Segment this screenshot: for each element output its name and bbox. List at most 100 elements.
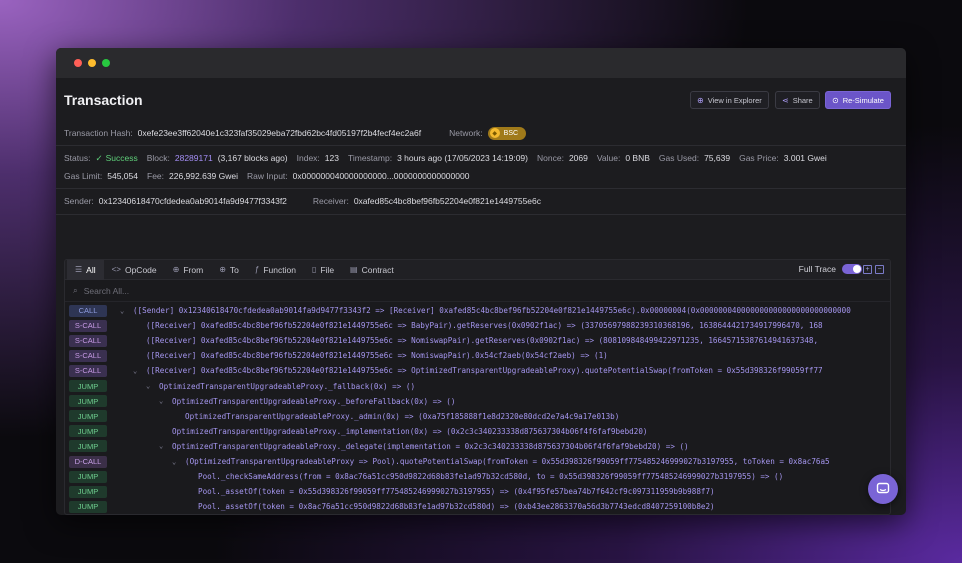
sender-label: Sender: <box>64 196 94 206</box>
gas-limit-value: 545,054 <box>107 171 138 181</box>
code-icon: <> <box>111 265 121 274</box>
trace-row[interactable]: CALL ⌄ ([Sender] 0x12340618470cfdedea0ab90… <box>65 303 890 318</box>
index-value: 123 <box>324 153 339 163</box>
play-circle-icon: ⊙ <box>832 95 839 105</box>
tab-from[interactable]: ⊕ From <box>165 260 212 280</box>
bnb-coin-icon: ◆ <box>489 128 500 138</box>
hash-value[interactable]: 0xefe23ee3ff62040e1c323faf35029eba72fbd6… <box>138 128 421 138</box>
main-content: Transaction ⊕ View in Explorer ⋖ Share ⊙… <box>56 78 906 515</box>
call-type-badge: JUMP <box>69 485 107 498</box>
trace-row[interactable]: JUMP OptimizedTransparentUpgradeableProxy… <box>65 409 890 424</box>
call-type-badge: JUMP <box>69 410 107 423</box>
maximize-window-button[interactable] <box>102 59 110 67</box>
trace-row[interactable]: JUMP ⌄ OptimizedTransparentUpgradeableProx… <box>65 379 890 394</box>
raw-input-label: Raw Input: <box>247 171 288 181</box>
trace-row[interactable]: S-CALL ([Receiver] 0xafed85c4bc8bef96fb52… <box>65 333 890 348</box>
block-link[interactable]: 28289171 <box>175 153 213 163</box>
gas-used-value: 75,639 <box>704 153 731 163</box>
trace-call-text: Pool._checkSameAddress(from = 0x8ac76a51… <box>198 472 784 482</box>
tab-file[interactable]: ▯ File <box>304 260 342 280</box>
call-type-badge: JUMP <box>69 425 107 438</box>
gas-price-value: 3.001 Gwei <box>783 153 827 163</box>
trace-row[interactable]: JUMP ⌄ OptimizedTransparentUpgradeableProx… <box>65 394 890 409</box>
call-type-badge: JUMP <box>69 440 107 453</box>
expand-chevron-icon[interactable]: ⌄ <box>133 367 137 375</box>
trace-row[interactable]: S-CALL ([Receiver] 0xafed85c4bc8bef96fb52… <box>65 348 890 363</box>
call-type-badge: S-CALL <box>69 349 107 362</box>
full-trace-control: Full Trace <box>799 264 862 274</box>
tab-to[interactable]: ⊕ To <box>211 260 247 280</box>
tab-label: To <box>229 264 239 275</box>
file-icon: ▯ <box>311 265 317 274</box>
network-badge: ◆ BSC <box>487 126 527 140</box>
status-value: Success <box>105 153 138 163</box>
title-bar <box>56 48 906 78</box>
hash-label: Transaction Hash: <box>64 128 133 138</box>
app-window: Transaction ⊕ View in Explorer ⋖ Share ⊙… <box>56 48 906 515</box>
view-in-explorer-label: View in Explorer <box>707 95 762 105</box>
trace-call-text: OptimizedTransparentUpgradeableProxy._fa… <box>159 381 416 391</box>
expand-all-icon[interactable]: + <box>863 265 872 274</box>
addresses-row: Sender: 0x12340618470cfdedea0ab9014fa9d9… <box>64 195 898 207</box>
trace-call-text: ([Sender] 0x12340618470cfdedea0ab9014fa9… <box>133 306 851 315</box>
expand-chevron-icon[interactable]: ⌄ <box>120 307 124 315</box>
trace-call-text: (OptimizedTransparentUpgradeableProxy =>… <box>185 457 830 466</box>
trace-row[interactable]: JUMP Pool._assetOf(token = 0x55d398326f99… <box>65 484 890 499</box>
trace-row[interactable]: D-CALL ⌄ (OptimizedTransparentUpgradeableP… <box>65 454 890 469</box>
trace-row[interactable]: JUMP Pool._assetOf(token = 0x8ac76a51cc95… <box>65 499 890 514</box>
trace-row[interactable]: JUMP ⌄ OptimizedTransparentUpgradeableProx… <box>65 439 890 454</box>
search-icon: ⌕ <box>73 285 78 295</box>
tab-label: OpCode <box>124 264 157 275</box>
value-label: Value: <box>596 153 621 163</box>
trace-list: CALL ⌄ ([Sender] 0x12340618470cfdedea0ab90… <box>65 303 890 514</box>
call-type-badge: JUMP <box>69 470 107 483</box>
sender-value[interactable]: 0x12340618470cfdedea0ab9014fa9d9477f3343… <box>99 196 287 206</box>
expand-chevron-icon[interactable]: ⌄ <box>159 442 163 450</box>
close-window-button[interactable] <box>74 59 82 67</box>
tab-label: From <box>183 264 204 275</box>
raw-input-value[interactable]: 0x000000040000000000...0000000000000000 <box>293 171 470 181</box>
share-label: Share <box>792 95 813 105</box>
index-label: Index: <box>296 153 320 163</box>
call-type-badge: S-CALL <box>69 319 107 332</box>
trace-call-text: ([Receiver] 0xafed85c4bc8bef96fb52204e0f… <box>146 366 823 376</box>
trace-row[interactable]: S-CALL ⌄ ([Receiver] 0xafed85c4bc8bef96fb5… <box>65 363 890 378</box>
trace-row[interactable]: JUMP Pool._checkSameAddress(from = 0x8ac7… <box>65 469 890 484</box>
arrow-up-circle-icon: ⊕ <box>172 265 180 274</box>
tab-function[interactable]: ƒ Function <box>247 260 304 280</box>
trace-panel: ☰ All <> OpCode ⊕ From ⊕ To ƒ Function ▯… <box>64 259 891 515</box>
success-check-icon: ✓ <box>95 152 103 163</box>
search-input[interactable]: Search All... <box>84 286 129 296</box>
re-simulate-button[interactable]: ⊙ Re-Simulate <box>825 91 891 109</box>
network-value: BSC <box>503 129 519 137</box>
tab-label: File <box>320 264 335 275</box>
tab-all[interactable]: ☰ All <box>67 260 104 280</box>
chat-button[interactable] <box>868 474 898 504</box>
block-ago: (3,167 blocks ago) <box>217 153 288 163</box>
share-button[interactable]: ⋖ Share <box>775 91 820 109</box>
minimize-window-button[interactable] <box>88 59 96 67</box>
view-in-explorer-button[interactable]: ⊕ View in Explorer <box>690 91 769 109</box>
trace-row[interactable]: S-CALL ([Receiver] 0xafed85c4bc8bef96fb52… <box>65 318 890 333</box>
expand-chevron-icon[interactable]: ⌄ <box>159 397 163 405</box>
trace-call-text: ([Receiver] 0xafed85c4bc8bef96fb52204e0f… <box>146 321 823 331</box>
collapse-all-icon[interactable]: − <box>875 265 884 274</box>
fee-label: Fee: <box>147 171 165 181</box>
expand-chevron-icon[interactable]: ⌄ <box>146 382 150 390</box>
tab-opcode[interactable]: <> OpCode <box>104 260 165 280</box>
tab-contract[interactable]: ▤ Contract <box>342 260 402 280</box>
trace-search: ⌕ Search All... <box>65 280 890 302</box>
full-trace-toggle[interactable] <box>842 264 862 274</box>
hash-row: Transaction Hash: 0xefe23ee3ff62040e1c32… <box>64 126 898 140</box>
value-value: 0 BNB <box>625 153 650 163</box>
timestamp-value: 3 hours ago (17/05/2023 14:19:09) <box>397 153 528 163</box>
trace-row[interactable]: JUMP OptimizedTransparentUpgradeableProxy… <box>65 424 890 439</box>
call-type-badge: JUMP <box>69 380 107 392</box>
re-simulate-label: Re-Simulate <box>842 95 884 105</box>
status-label: Status: <box>64 153 91 163</box>
divider <box>56 188 906 189</box>
expand-chevron-icon[interactable]: ⌄ <box>172 458 176 466</box>
gas-row: Gas Limit: 545,054 Fee: 226,992.639 Gwei… <box>64 170 898 182</box>
share-icon: ⋖ <box>782 95 789 105</box>
receiver-value[interactable]: 0xafed85c4bc8bef96fb52204e0f821e1449755e… <box>354 196 541 206</box>
